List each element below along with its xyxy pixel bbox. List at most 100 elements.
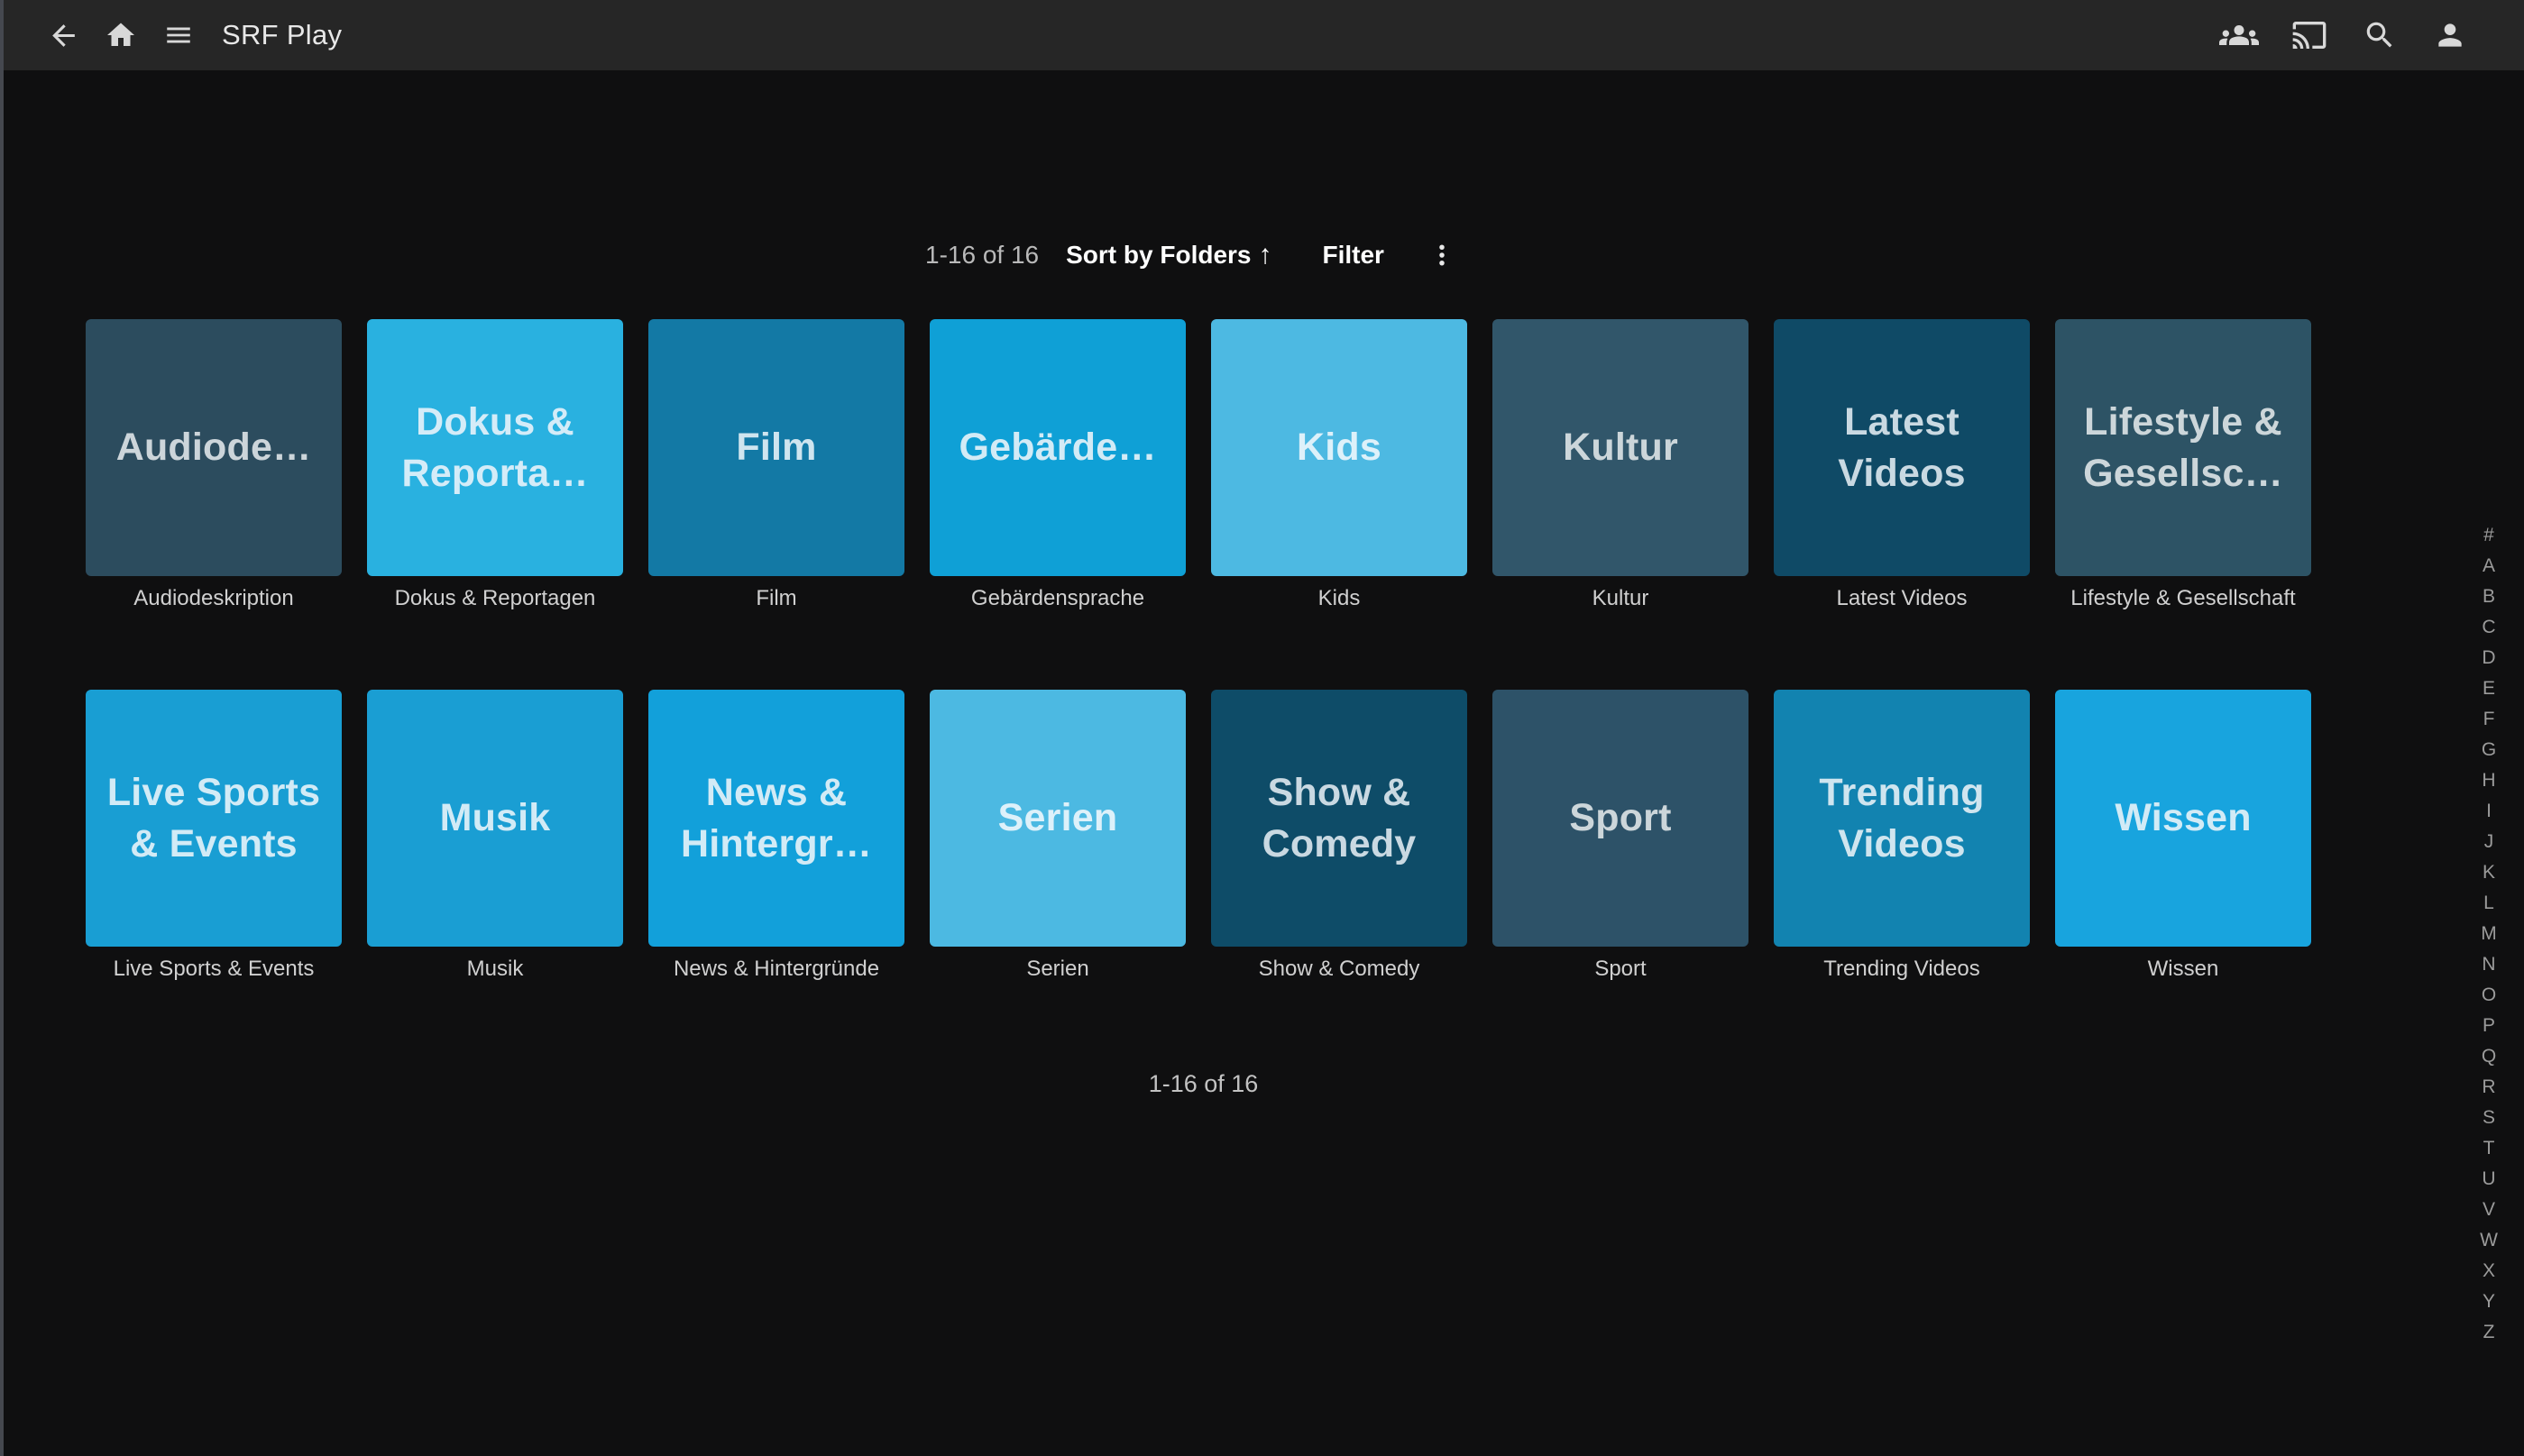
alpha-letter[interactable]: A xyxy=(2468,551,2510,581)
page-title: SRF Play xyxy=(222,19,342,51)
folder-caption[interactable]: Kids xyxy=(1211,586,1467,613)
alpha-letter[interactable]: Y xyxy=(2468,1287,2510,1317)
folder-tile-label: Live Sports & Events xyxy=(100,767,327,870)
folder-cell: Trending Videos Trending Videos xyxy=(1774,690,2030,984)
folder-tile[interactable]: Live Sports & Events xyxy=(86,690,342,947)
alpha-letter[interactable]: N xyxy=(2468,949,2510,980)
footer-paging-status: 1-16 of 16 xyxy=(0,1070,2524,1098)
folder-caption[interactable]: Dokus & Reportagen xyxy=(367,586,623,613)
filter-button-label: Filter xyxy=(1323,241,1384,270)
folder-tile-label: Musik xyxy=(440,792,551,844)
folder-tile-label: Trending Videos xyxy=(1788,767,2015,870)
folder-cell: Show & Comedy Show & Comedy xyxy=(1211,690,1467,984)
folder-tile[interactable]: Sport xyxy=(1492,690,1748,947)
folder-tile[interactable]: Kids xyxy=(1211,319,1467,576)
folder-caption[interactable]: Audiodeskription xyxy=(86,586,342,613)
menu-button[interactable] xyxy=(150,6,207,64)
alpha-letter[interactable]: O xyxy=(2468,980,2510,1011)
folder-tile-label: News & Hintergr… xyxy=(663,767,890,870)
folder-cell: Kultur Kultur xyxy=(1492,319,1748,613)
folder-tile[interactable]: Kultur xyxy=(1492,319,1748,576)
folder-tile[interactable]: Lifestyle & Gesellsc… xyxy=(2055,319,2311,576)
syncplay-group-icon xyxy=(2219,15,2259,55)
alpha-letter[interactable]: Z xyxy=(2468,1317,2510,1348)
window-edge-line xyxy=(0,0,4,1456)
folder-cell: Latest Videos Latest Videos xyxy=(1774,319,2030,613)
folder-cell: Serien Serien xyxy=(930,690,1186,984)
search-icon xyxy=(2363,18,2397,52)
folder-caption[interactable]: Trending Videos xyxy=(1774,957,2030,984)
folder-tile[interactable]: Latest Videos xyxy=(1774,319,2030,576)
folder-tile[interactable]: Trending Videos xyxy=(1774,690,2030,947)
folder-tile[interactable]: Wissen xyxy=(2055,690,2311,947)
folder-tile-label: Latest Videos xyxy=(1788,397,2015,499)
cast-button[interactable] xyxy=(2281,6,2338,64)
alpha-letter[interactable]: M xyxy=(2468,919,2510,949)
cast-icon xyxy=(2291,17,2327,53)
folder-tile[interactable]: Audiode… xyxy=(86,319,342,576)
folder-caption[interactable]: Kultur xyxy=(1492,586,1748,613)
folder-caption[interactable]: Lifestyle & Gesellschaft xyxy=(2055,586,2311,613)
folder-tile[interactable]: News & Hintergr… xyxy=(648,690,904,947)
more-options-button[interactable] xyxy=(1420,235,1464,275)
alpha-letter[interactable]: V xyxy=(2468,1195,2510,1225)
folder-tile-label: Audiode… xyxy=(116,422,312,473)
folder-tile-label: Wissen xyxy=(2115,792,2251,844)
folder-tile-label: Film xyxy=(736,422,816,473)
folder-cell: Musik Musik xyxy=(367,690,623,984)
alpha-letter[interactable]: F xyxy=(2468,704,2510,735)
menu-icon xyxy=(163,20,194,50)
alpha-letter[interactable]: X xyxy=(2468,1256,2510,1287)
folder-caption[interactable]: Show & Comedy xyxy=(1211,957,1467,984)
folder-tile[interactable]: Musik xyxy=(367,690,623,947)
home-icon xyxy=(105,19,137,51)
folder-caption[interactable]: Latest Videos xyxy=(1774,586,2030,613)
alpha-letter[interactable]: C xyxy=(2468,612,2510,643)
alpha-letter[interactable]: P xyxy=(2468,1011,2510,1041)
folder-caption[interactable]: Wissen xyxy=(2055,957,2311,984)
alpha-letter[interactable]: G xyxy=(2468,735,2510,765)
library-toolbar: 1-16 of 16 Sort by Folders ↑ Filter xyxy=(0,235,2524,275)
folder-tile[interactable]: Film xyxy=(648,319,904,576)
alpha-letter[interactable]: E xyxy=(2468,673,2510,704)
folder-tile[interactable]: Serien xyxy=(930,690,1186,947)
alpha-letter[interactable]: J xyxy=(2468,827,2510,857)
alpha-letter[interactable]: W xyxy=(2468,1225,2510,1256)
alpha-letter[interactable]: T xyxy=(2468,1133,2510,1164)
folder-cell: Kids Kids xyxy=(1211,319,1467,613)
alpha-letter[interactable]: L xyxy=(2468,888,2510,919)
folder-caption[interactable]: Musik xyxy=(367,957,623,984)
syncplay-button[interactable] xyxy=(2210,6,2268,64)
alpha-letter[interactable]: K xyxy=(2468,857,2510,888)
back-button[interactable] xyxy=(34,6,92,64)
alpha-letter[interactable]: B xyxy=(2468,581,2510,612)
back-icon xyxy=(47,19,80,52)
alpha-letter[interactable]: Q xyxy=(2468,1041,2510,1072)
folder-caption[interactable]: News & Hintergründe xyxy=(648,957,904,984)
sort-button[interactable]: Sort by Folders ↑ xyxy=(1066,240,1271,270)
folder-caption[interactable]: Sport xyxy=(1492,957,1748,984)
home-button[interactable] xyxy=(92,6,150,64)
alpha-letter[interactable]: R xyxy=(2468,1072,2510,1103)
alpha-letter[interactable]: H xyxy=(2468,765,2510,796)
folder-caption[interactable]: Gebärdensprache xyxy=(930,586,1186,613)
folder-tile[interactable]: Dokus & Reporta… xyxy=(367,319,623,576)
alpha-letter[interactable]: U xyxy=(2468,1164,2510,1195)
folder-cell: News & Hintergr… News & Hintergründe xyxy=(648,690,904,984)
folder-caption[interactable]: Serien xyxy=(930,957,1186,984)
alpha-letter[interactable]: # xyxy=(2468,520,2510,551)
folder-caption[interactable]: Film xyxy=(648,586,904,613)
user-button[interactable] xyxy=(2421,6,2479,64)
folder-tile-label: Kids xyxy=(1297,422,1381,473)
folder-cell: Gebärde… Gebärdensprache xyxy=(930,319,1186,613)
alpha-letter[interactable]: D xyxy=(2468,643,2510,673)
sort-button-label: Sort by Folders xyxy=(1066,241,1251,270)
folder-tile[interactable]: Gebärde… xyxy=(930,319,1186,576)
alpha-letter[interactable]: I xyxy=(2468,796,2510,827)
paging-status: 1-16 of 16 xyxy=(925,241,1039,270)
folder-caption[interactable]: Live Sports & Events xyxy=(86,957,342,984)
folder-tile[interactable]: Show & Comedy xyxy=(1211,690,1467,947)
filter-button[interactable]: Filter xyxy=(1323,241,1384,270)
search-button[interactable] xyxy=(2351,6,2409,64)
alpha-letter[interactable]: S xyxy=(2468,1103,2510,1133)
